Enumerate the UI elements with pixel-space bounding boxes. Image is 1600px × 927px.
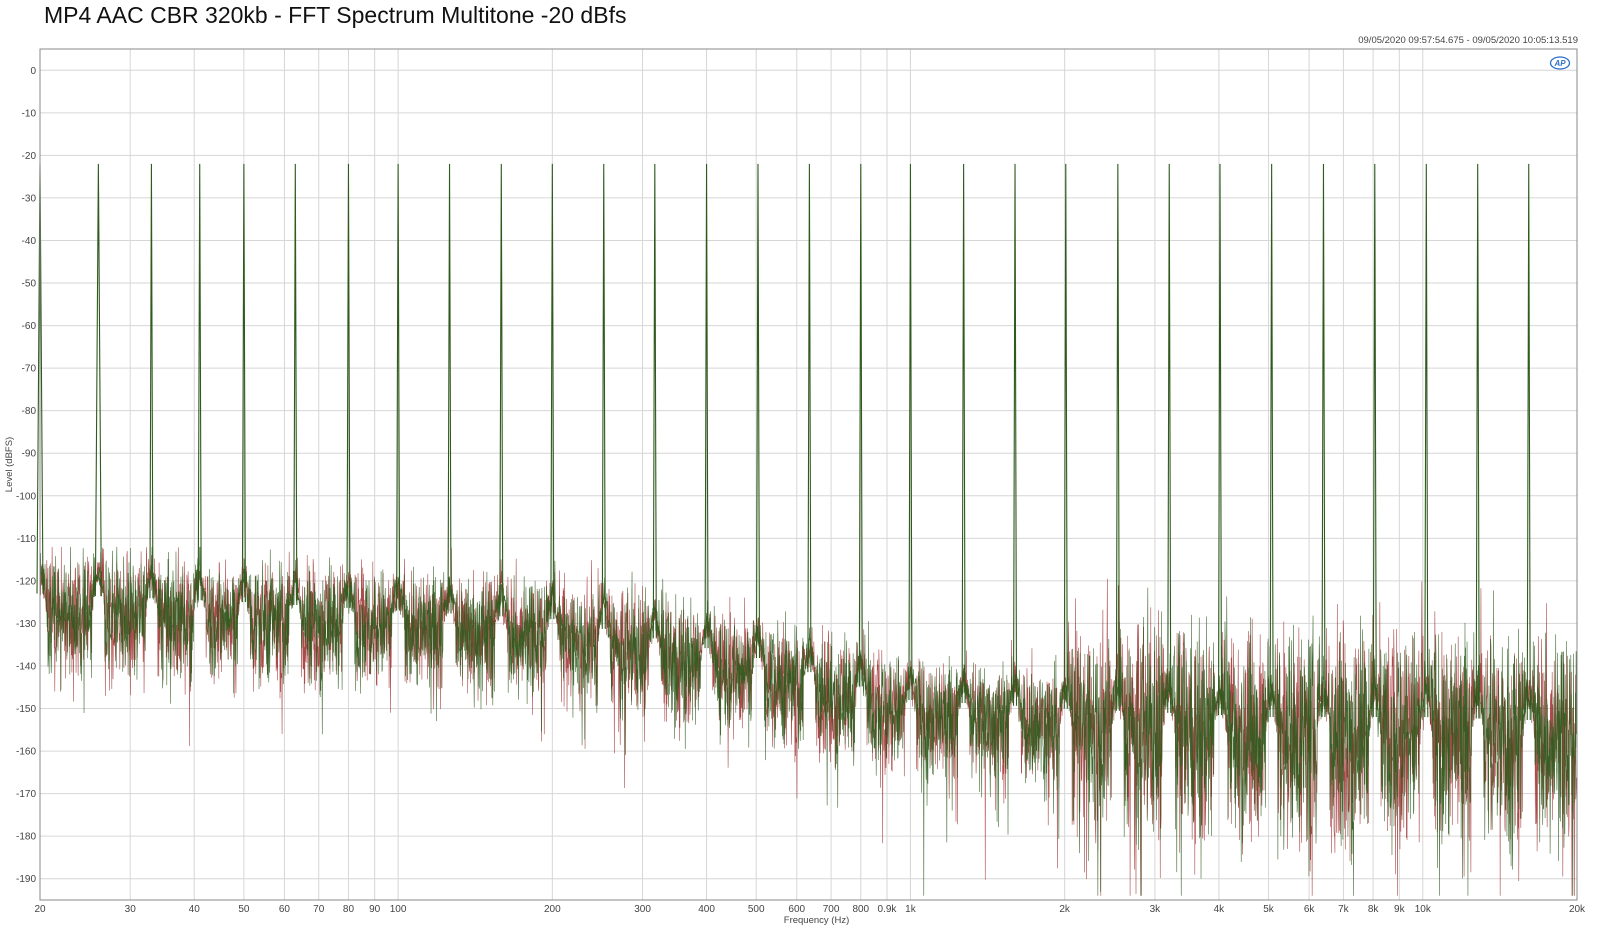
x-tick-label: 300: [634, 904, 651, 915]
y-tick-label: -20: [22, 151, 37, 162]
y-tick-label: 0: [30, 66, 36, 77]
x-tick-label: 6k: [1304, 904, 1316, 915]
x-tick-label: 8k: [1368, 904, 1380, 915]
y-tick-label: -160: [16, 747, 36, 758]
svg-text:AP: AP: [1553, 59, 1566, 68]
fft-spectrum-chart: 0 -10 -20 -30 -40 -50 -60 -70 -80 -90 -100 -110 -120…: [4, 48, 1586, 926]
x-tick-label: 700: [823, 904, 840, 915]
audio-precision-logo-icon: AP: [1549, 56, 1571, 70]
y-tick-label: -140: [16, 661, 36, 672]
x-tick-label: 3k: [1150, 904, 1162, 915]
x-tick-label: 0.9k: [878, 904, 898, 915]
y-tick-label: -30: [22, 193, 37, 204]
x-tick-label: 50: [238, 904, 250, 915]
y-tick-label: -180: [16, 832, 36, 843]
y-tick-label: -90: [22, 449, 37, 460]
x-tick-label: 80: [343, 904, 355, 915]
y-tick-label: -40: [22, 236, 37, 247]
x-tick-label: 100: [390, 904, 407, 915]
x-tick-label: 70: [313, 904, 325, 915]
x-tick-label: 9k: [1394, 904, 1406, 915]
x-tick-label: 400: [698, 904, 715, 915]
x-tick-label: 30: [125, 904, 137, 915]
y-tick-label: -120: [16, 576, 36, 587]
y-tick-label: -70: [22, 364, 37, 375]
y-axis-label: Level (dBFS): [4, 437, 15, 492]
y-tick-label: -150: [16, 704, 36, 715]
x-tick-label: 1k: [905, 904, 917, 915]
x-tick-label: 2k: [1059, 904, 1071, 915]
y-tick-label: -110: [17, 534, 37, 545]
x-tick-label: 60: [279, 904, 291, 915]
y-tick-label: -60: [22, 321, 37, 332]
y-tick-label: -80: [22, 406, 37, 417]
y-tick-label: -100: [16, 491, 36, 502]
y-tick-label: -10: [22, 108, 37, 119]
x-tick-label: 90: [369, 904, 381, 915]
x-tick-label: 5k: [1263, 904, 1275, 915]
x-tick-label: 500: [748, 904, 765, 915]
y-tick-label: -130: [16, 619, 36, 630]
x-tick-label: 10k: [1415, 904, 1432, 915]
y-tick-label: -50: [22, 279, 37, 290]
x-axis-label: Frequency (Hz): [784, 915, 849, 926]
x-tick-label: 600: [788, 904, 805, 915]
x-tick-label: 200: [544, 904, 561, 915]
x-tick-label: 20: [34, 904, 46, 915]
x-tick-label: 800: [852, 904, 869, 915]
x-tick-label: 4k: [1214, 904, 1226, 915]
x-tick-label: 40: [189, 904, 201, 915]
x-tick-label: 7k: [1338, 904, 1350, 915]
x-tick-label: 20k: [1569, 904, 1586, 915]
chart-window: MP4 AAC CBR 320kb - FFT Spectrum Multito…: [0, 0, 1600, 927]
y-tick-label: -170: [16, 789, 36, 800]
y-tick-label: -190: [16, 874, 36, 885]
